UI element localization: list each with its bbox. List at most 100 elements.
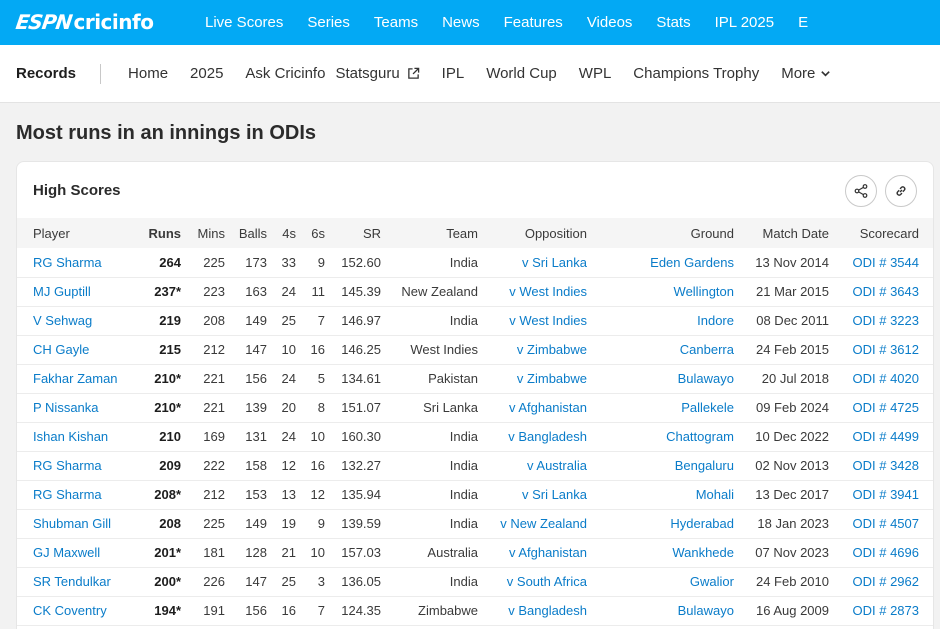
col-header-player[interactable]: Player [17, 218, 137, 248]
scorecard-link[interactable]: ODI # 3544 [829, 248, 933, 277]
player-link[interactable]: RG Sharma [17, 451, 137, 480]
col-header-4s[interactable]: 4s [267, 218, 296, 248]
col-header-team[interactable]: Team [381, 218, 478, 248]
table-row: RG Sharma 209 222 158 12 16 132.27 India v Austr… [17, 451, 933, 480]
subnav-ask-cricinfo[interactable]: Ask Cricinfo [245, 65, 325, 82]
ground-link[interactable]: Bengaluru [587, 451, 734, 480]
subnav-champions-trophy[interactable]: Champions Trophy [633, 65, 759, 82]
runs-cell: 210* [154, 371, 181, 386]
player-link[interactable]: SR Tendulkar [17, 567, 137, 596]
opposition-link[interactable]: v Sri Lanka [478, 248, 587, 277]
mins-cell: 222 [203, 458, 225, 473]
player-link[interactable]: V Sehwag [17, 306, 137, 335]
top-nav: Live Scores Series Teams News Features V… [205, 0, 808, 45]
subnav-world-cup[interactable]: World Cup [486, 65, 557, 82]
subnav-2025[interactable]: 2025 [190, 65, 223, 82]
balls-cell: 149 [245, 313, 267, 328]
player-link[interactable]: RG Sharma [17, 248, 137, 277]
copy-link-button[interactable] [885, 175, 917, 207]
ground-link[interactable]: Mohali [587, 480, 734, 509]
scorecard-link[interactable]: ODI # 2962 [829, 567, 933, 596]
player-link[interactable]: CK Coventry [17, 596, 137, 625]
topnav-features[interactable]: Features [504, 14, 563, 31]
scorecard-link[interactable]: ODI # 3223 [829, 306, 933, 335]
scorecard-link[interactable]: ODI # 3612 [829, 335, 933, 364]
section-title-records: Records [16, 65, 77, 82]
ground-link[interactable]: Gwalior [587, 567, 734, 596]
opposition-link[interactable]: v New Zealand [478, 509, 587, 538]
subnav-home[interactable]: Home [128, 65, 168, 82]
opposition-link[interactable]: v Zimbabwe [478, 335, 587, 364]
col-header-runs[interactable]: Runs [137, 218, 182, 248]
opposition-link[interactable]: v South Africa [478, 567, 587, 596]
sixes-cell: 7 [317, 603, 325, 618]
ground-link[interactable]: Wellington [587, 277, 734, 306]
player-link[interactable]: MJ Guptill [17, 277, 137, 306]
player-link[interactable]: Shubman Gill [17, 509, 137, 538]
player-link[interactable]: Fakhar Zaman [17, 364, 137, 393]
col-header-opposition[interactable]: Opposition [478, 218, 587, 248]
subnav-wpl[interactable]: WPL [579, 65, 612, 82]
opposition-link[interactable]: v West Indies [478, 306, 587, 335]
scorecard-link[interactable]: ODI # 2873 [829, 596, 933, 625]
scorecard-link[interactable]: ODI # 4725 [829, 393, 933, 422]
subnav-statsguru[interactable]: Statsguru [335, 65, 419, 82]
ground-link[interactable]: Bulawayo [587, 364, 734, 393]
scorecard-link[interactable]: ODI # 4020 [829, 364, 933, 393]
scorecard-link[interactable]: ODI # 3941 [829, 480, 933, 509]
scorecard-link[interactable]: ODI # 4499 [829, 422, 933, 451]
topnav-live-scores[interactable]: Live Scores [205, 14, 283, 31]
ground-link[interactable]: Hyderabad [587, 509, 734, 538]
col-header-scorecard[interactable]: Scorecard [829, 218, 933, 248]
ground-link[interactable]: Wankhede [587, 538, 734, 567]
player-link[interactable]: P Nissanka [17, 393, 137, 422]
ground-link[interactable]: Eden Gardens [587, 248, 734, 277]
col-header-match-date[interactable]: Match Date [734, 218, 829, 248]
share-button[interactable] [845, 175, 877, 207]
opposition-link[interactable]: v Bangladesh [478, 596, 587, 625]
opposition-link[interactable]: v Australia [478, 451, 587, 480]
topnav-ipl-2025[interactable]: IPL 2025 [715, 14, 775, 31]
topnav-stats[interactable]: Stats [656, 14, 690, 31]
espncricinfo-logo[interactable]: ESPN cricinfo [14, 8, 154, 36]
col-header-6s[interactable]: 6s [296, 218, 325, 248]
topnav-series[interactable]: Series [307, 14, 350, 31]
subnav-divider [100, 63, 102, 84]
ground-link[interactable]: Canberra [587, 335, 734, 364]
team-cell: Pakistan [428, 371, 478, 386]
scorecard-link[interactable]: ODI # 4696 [829, 538, 933, 567]
player-link[interactable]: GJ Maxwell [17, 538, 137, 567]
topnav-teams[interactable]: Teams [374, 14, 418, 31]
ground-link[interactable]: Chattogram [587, 422, 734, 451]
scorecard-link[interactable]: ODI # 4507 [829, 509, 933, 538]
col-header-balls[interactable]: Balls [225, 218, 267, 248]
topnav-truncated[interactable]: E [798, 14, 808, 31]
opposition-link[interactable]: v West Indies [478, 277, 587, 306]
ground-link[interactable]: Indore [587, 306, 734, 335]
fours-cell: 24 [281, 371, 296, 386]
fours-cell: 33 [281, 254, 296, 270]
opposition-link[interactable]: v Afghanistan [478, 393, 587, 422]
col-header-mins[interactable]: Mins [181, 218, 225, 248]
subnav-ipl[interactable]: IPL [442, 65, 465, 82]
topnav-news[interactable]: News [442, 14, 480, 31]
opposition-link[interactable]: v Sri Lanka [478, 480, 587, 509]
scorecard-link[interactable]: ODI # 3643 [829, 277, 933, 306]
table-row: V Sehwag 219 208 149 25 7 146.97 India v West In… [17, 306, 933, 335]
col-header-sr[interactable]: SR [325, 218, 381, 248]
player-link[interactable]: CH Gayle [17, 335, 137, 364]
ground-link[interactable]: Pallekele [587, 393, 734, 422]
topnav-videos[interactable]: Videos [587, 14, 633, 31]
table-row: Fakhar Zaman 210* 221 156 24 5 134.61 Pakistan v… [17, 364, 933, 393]
player-link[interactable]: RG Sharma [17, 480, 137, 509]
opposition-link[interactable]: v Zimbabwe [478, 364, 587, 393]
opposition-link[interactable]: v Afghanistan [478, 538, 587, 567]
records-subnav: Records Home 2025 Ask Cricinfo Statsguru… [0, 45, 940, 103]
scorecard-link[interactable]: ODI # 3428 [829, 451, 933, 480]
ground-link[interactable]: Bulawayo [587, 596, 734, 625]
opposition-link[interactable]: v Bangladesh [478, 422, 587, 451]
player-link[interactable]: Ishan Kishan [17, 422, 137, 451]
subnav-more[interactable]: More [781, 65, 831, 82]
col-header-ground[interactable]: Ground [587, 218, 734, 248]
balls-cell: 156 [245, 371, 267, 386]
